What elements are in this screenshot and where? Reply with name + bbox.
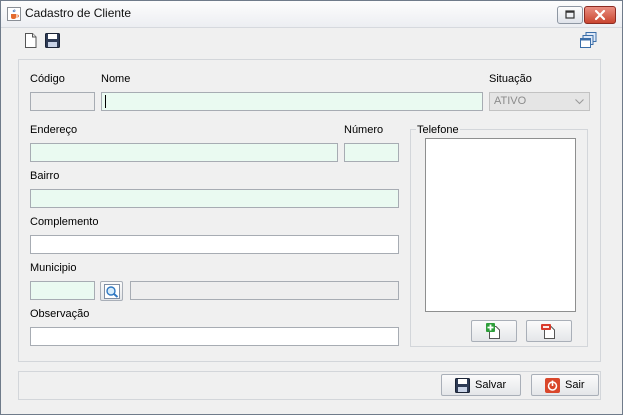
exit-button[interactable]: Sair [531,374,599,396]
numero-label: Número [344,124,384,136]
add-phone-button[interactable] [471,320,517,342]
floppy-disk-icon [455,378,470,393]
nome-field[interactable] [101,92,483,111]
window-title: Cadastro de Cliente [25,6,132,20]
endereco-field[interactable] [30,143,338,162]
new-document-icon[interactable] [24,33,37,48]
municipio-label: Municipio [30,262,77,274]
codigo-field[interactable] [30,92,95,111]
remove-phone-button[interactable] [526,320,572,342]
endereco-label: Endereço [30,124,78,136]
municipio-search-button[interactable] [100,281,123,301]
situacao-select[interactable]: ATIVO [489,92,590,111]
telefone-list[interactable] [425,138,576,312]
situacao-label: Situação [489,73,532,85]
municipio-code-field[interactable] [30,281,95,300]
add-icon [486,323,500,339]
save-button[interactable]: Salvar [441,374,521,396]
cascade-windows-icon[interactable] [580,32,597,48]
title-bar[interactable]: Cadastro de Cliente [1,1,622,28]
bairro-label: Bairro [30,170,60,182]
numero-field[interactable] [344,143,399,162]
remove-icon [541,324,555,339]
restore-button[interactable] [557,6,583,24]
observacao-field[interactable] [30,327,399,346]
magnifier-icon [104,284,120,299]
municipio-name-field [130,281,399,300]
close-icon [594,9,606,21]
situacao-value: ATIVO [494,95,527,107]
restore-icon [565,10,575,19]
floppy-disk-icon[interactable] [45,33,60,48]
complemento-label: Complemento [30,216,99,228]
nome-label: Nome [101,73,131,85]
exit-label: Sair [565,379,585,391]
java-cup-icon [7,7,21,21]
telefone-label: Telefone [416,124,460,136]
complemento-field[interactable] [30,235,399,254]
text-cursor [105,95,106,108]
bairro-field[interactable] [30,189,399,208]
power-icon [545,378,560,393]
dialog-window: Cadastro de Cliente Código Nome Situação… [0,0,623,415]
close-button[interactable] [584,6,616,24]
observacao-label: Observação [30,308,90,320]
chevron-down-icon [575,99,584,105]
codigo-label: Código [30,73,65,85]
save-label: Salvar [475,379,507,391]
